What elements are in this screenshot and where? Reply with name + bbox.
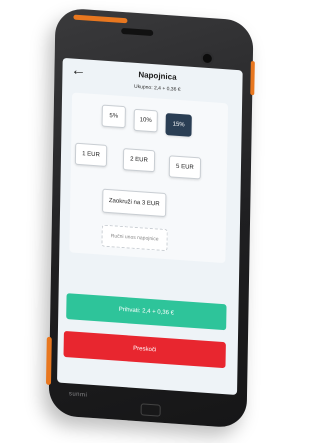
tip-options-panel: 5% 10% 15% 1 EUR 2 EUR 5 EUR Zaokruži na… <box>69 92 229 264</box>
tip-fixed-2-eur-button[interactable]: 2 EUR <box>122 148 156 173</box>
accept-button[interactable]: Prihvati: 2,4 + 0,36 € <box>66 293 227 331</box>
device-side-button-right <box>250 60 255 96</box>
back-arrow-icon[interactable]: ← <box>70 61 86 79</box>
total-amount: Ukupno: 2,4 + 0,36 € <box>133 83 181 94</box>
pos-terminal-device: ← Napojnica Ukupno: 2,4 + 0,36 € 5% 10% … <box>45 7 255 429</box>
device-speaker <box>121 27 154 37</box>
tip-percent-10-button[interactable]: 10% <box>133 108 158 133</box>
tip-percent-5-button[interactable]: 5% <box>101 104 126 129</box>
device-side-button <box>45 336 52 386</box>
app-screen: ← Napojnica Ukupno: 2,4 + 0,36 € 5% 10% … <box>57 57 243 396</box>
manual-tip-entry-button[interactable]: Ručni unos napojnice <box>101 224 168 252</box>
device-home-button <box>140 403 161 417</box>
skip-button[interactable]: Preskoči <box>63 330 226 369</box>
device-brand-logo: sunmi <box>68 391 88 399</box>
tip-fixed-1-eur-button[interactable]: 1 EUR <box>74 142 108 167</box>
camera-icon <box>200 51 214 66</box>
round-up-button[interactable]: Zaokruži na 3 EUR <box>102 188 167 218</box>
device-bumper-accent <box>73 14 128 24</box>
tip-percent-15-button[interactable]: 15% <box>165 113 192 137</box>
tip-fixed-5-eur-button[interactable]: 5 EUR <box>168 155 202 180</box>
